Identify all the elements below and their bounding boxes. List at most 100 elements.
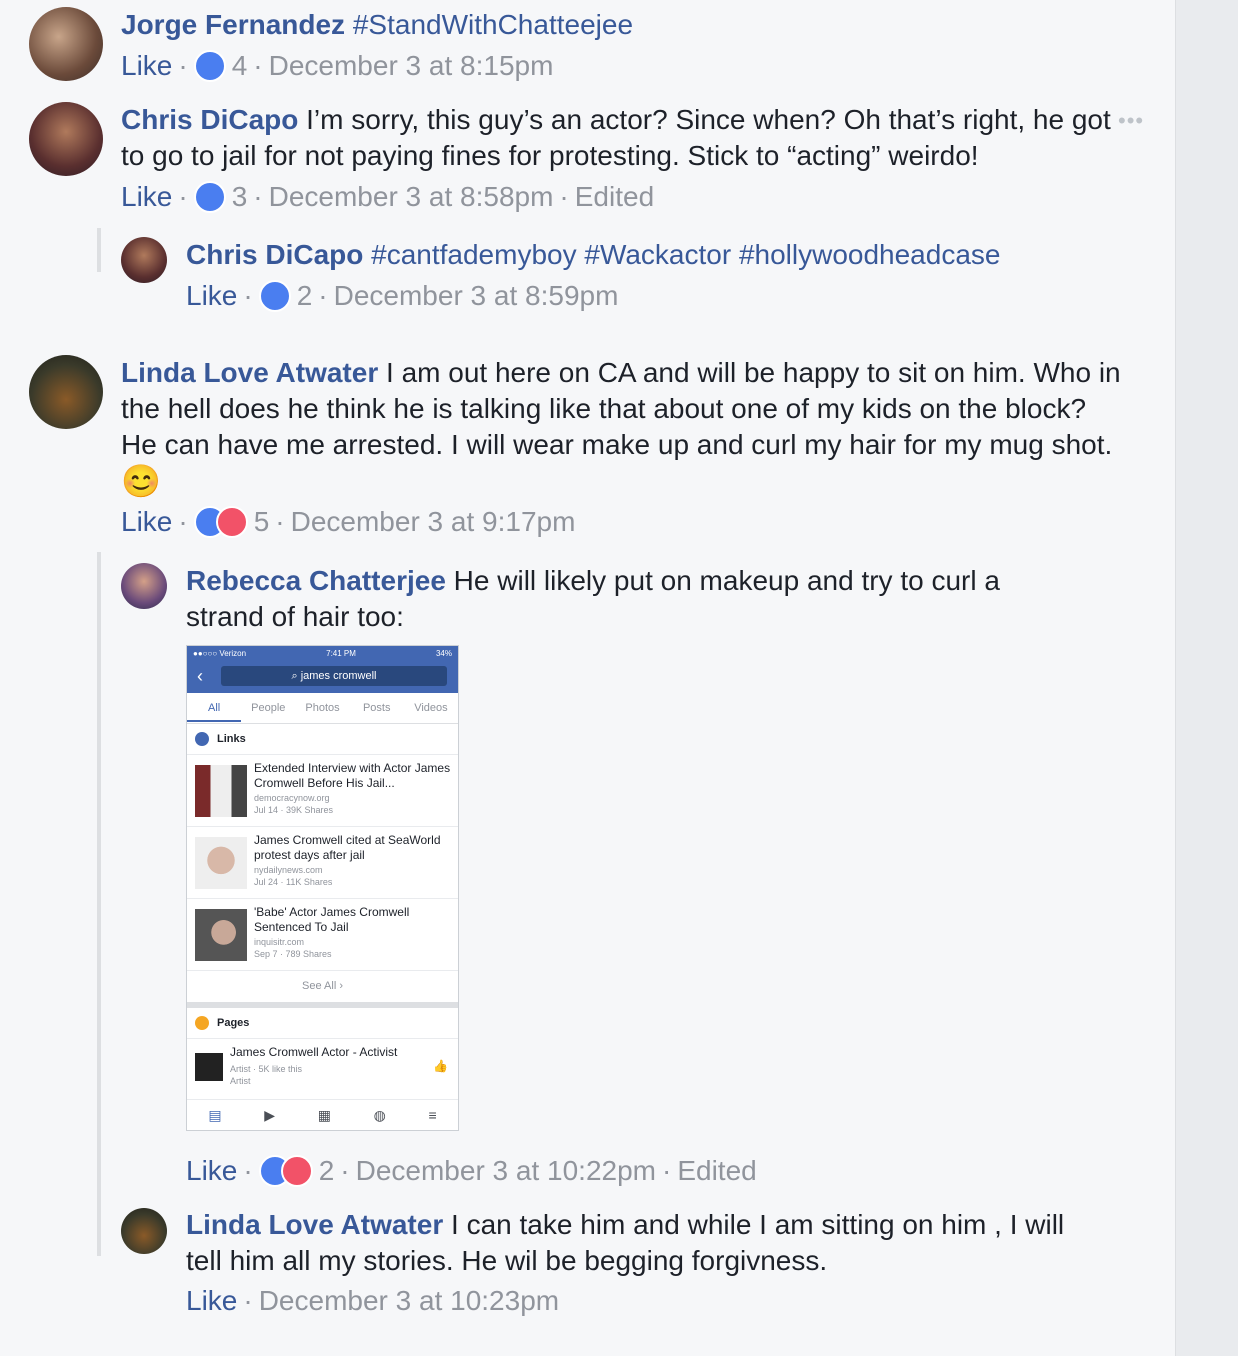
tab-photos: Photos [305,702,340,714]
link-result: 'Babe' Actor James Cromwell Sentenced To… [187,899,458,971]
like-button[interactable]: Like [186,278,237,314]
page-like-icon: 👍 [433,1059,448,1073]
comment-author[interactable]: Chris DiCapo [121,104,298,135]
link-thumbnail [195,909,247,961]
link-title: James Cromwell cited at SeaWorld protest… [254,833,441,862]
comment-timestamp[interactable]: December 3 at 8:59pm [334,278,619,314]
like-reaction-icon [193,181,226,213]
reaction-icons[interactable] [258,1155,313,1187]
edited-label[interactable]: Edited [575,179,654,215]
avatar[interactable] [121,563,167,609]
video-icon: ▶ [264,1106,276,1123]
search-header: ‹ ⌕ james cromwell [187,660,458,693]
like-button[interactable]: Like [121,179,172,215]
tab-all: All [187,702,242,722]
comment-text: Jorge Fernandez #StandWithChatteejee [121,7,1101,43]
reply-thread-line [97,552,101,1256]
attached-screenshot[interactable]: ●●○○○ Verizon 7:41 PM 34% ‹ ⌕ james crom… [186,645,459,1131]
reply-thread-line [97,228,101,272]
comment-author[interactable]: Jorge Fernandez [121,9,345,40]
comment-timestamp[interactable]: December 3 at 10:23pm [259,1283,559,1319]
comment-text: Chris DiCapo #cantfademyboy #Wackactor #… [186,237,1136,273]
avatar[interactable] [121,1208,167,1254]
avatar[interactable] [29,7,103,81]
carrier-label: ●●○○○ Verizon [193,648,247,658]
comment-text: Chris DiCapo I’m sorry, this guy’s an ac… [121,102,1111,174]
reaction-count[interactable]: 3 [232,179,248,215]
link-thumbnail [195,765,247,817]
reaction-icons[interactable] [258,280,291,312]
avatar[interactable] [29,355,103,429]
page-thumbnail [195,1053,223,1081]
right-sidebar [1176,0,1238,1356]
comment-meta: Like · December 3 at 10:23pm [186,1283,559,1319]
search-query: james cromwell [300,670,377,682]
comment-timestamp[interactable]: December 3 at 8:58pm [269,179,554,215]
avatar[interactable] [121,237,167,283]
marketplace-icon: ▦ [317,1106,331,1123]
search-icon: ⌕ [291,670,301,682]
reaction-count[interactable]: 5 [254,504,270,540]
avatar[interactable] [29,102,103,176]
comment-author[interactable]: Linda Love Atwater [121,357,378,388]
comment-author[interactable]: Linda Love Atwater [186,1209,443,1240]
comment-meta: Like · 3 · December 3 at 8:58pm · Edited [121,179,654,215]
smiley-emoji-icon: 😊 [121,463,161,499]
reaction-count[interactable]: 2 [319,1153,335,1189]
comment-meta: Like · 2 · December 3 at 10:22pm · Edited [186,1153,757,1189]
battery-label: 34% [435,648,452,658]
link-source: democracynow.org Jul 14 · 39K Shares [254,793,334,815]
link-result: James Cromwell cited at SeaWorld protest… [187,827,458,899]
comment-author[interactable]: Rebecca Chatterjee [186,565,446,596]
tab-people: People [251,702,286,714]
back-arrow-icon: ‹ [197,666,203,686]
like-button[interactable]: Like [121,504,172,540]
pages-icon [195,1016,209,1030]
comment-text: Rebecca Chatterjee He will likely put on… [186,563,1046,635]
menu-icon: ≡ [428,1107,437,1123]
pages-header: Pages [187,1008,458,1039]
comment-timestamp[interactable]: December 3 at 10:22pm [356,1153,656,1189]
see-all-link: See All › [187,971,458,1008]
link-thumbnail [195,837,247,889]
like-button[interactable]: Like [121,48,172,84]
link-title: Extended Interview with Actor James Crom… [254,761,451,790]
love-reaction-icon [215,506,248,538]
reaction-count[interactable]: 2 [297,278,313,314]
hashtag-link[interactable]: #cantfademyboy #Wackactor #hollywoodhead… [363,239,1000,270]
comment-timestamp[interactable]: December 3 at 9:17pm [291,504,576,540]
comment-timestamp[interactable]: December 3 at 8:15pm [269,48,554,84]
tab-videos: Videos [414,702,448,714]
search-tabs: All People Photos Posts Videos [187,693,458,724]
comment-meta: Like · 5 · December 3 at 9:17pm [121,504,575,540]
page-result: James Cromwell Actor - Activist Artist ·… [187,1039,458,1100]
globe-icon: ◍ [373,1106,386,1123]
reaction-icons[interactable] [193,181,226,213]
like-button[interactable]: Like [186,1153,237,1189]
like-reaction-icon [193,50,226,82]
love-reaction-icon [280,1155,313,1187]
hashtag-link[interactable]: #StandWithChatteejee [345,9,633,40]
comment-meta: Like · 4 · December 3 at 8:15pm [121,48,553,84]
comment-text: Linda Love Atwater I can take him and wh… [186,1207,1066,1279]
link-source: inquisitr.com Sep 7 · 789 Shares [254,937,332,959]
edited-label[interactable]: Edited [677,1153,756,1189]
comment-author[interactable]: Chris DiCapo [186,239,363,270]
reaction-icons[interactable] [193,50,226,82]
reaction-count[interactable]: 4 [232,48,248,84]
more-options-icon[interactable]: ••• [1118,108,1144,134]
feed-icon: ▤ [208,1106,222,1123]
clock-label: 7:41 PM [326,648,356,658]
like-button[interactable]: Like [186,1283,237,1319]
like-reaction-icon [258,280,291,312]
tab-posts: Posts [362,702,391,714]
link-title: 'Babe' Actor James Cromwell Sentenced To… [254,905,410,934]
links-header: Links [187,724,458,755]
search-input: ⌕ james cromwell [221,666,447,686]
comment-meta: Like · 2 · December 3 at 8:59pm [186,278,618,314]
page-title: James Cromwell Actor - Activist [230,1045,398,1059]
link-source: nydailynews.com Jul 24 · 11K Shares [254,865,333,887]
link-result: Extended Interview with Actor James Crom… [187,755,458,827]
reaction-icons[interactable] [193,506,248,538]
comment-text: Linda Love Atwater I am out here on CA a… [121,355,1121,501]
